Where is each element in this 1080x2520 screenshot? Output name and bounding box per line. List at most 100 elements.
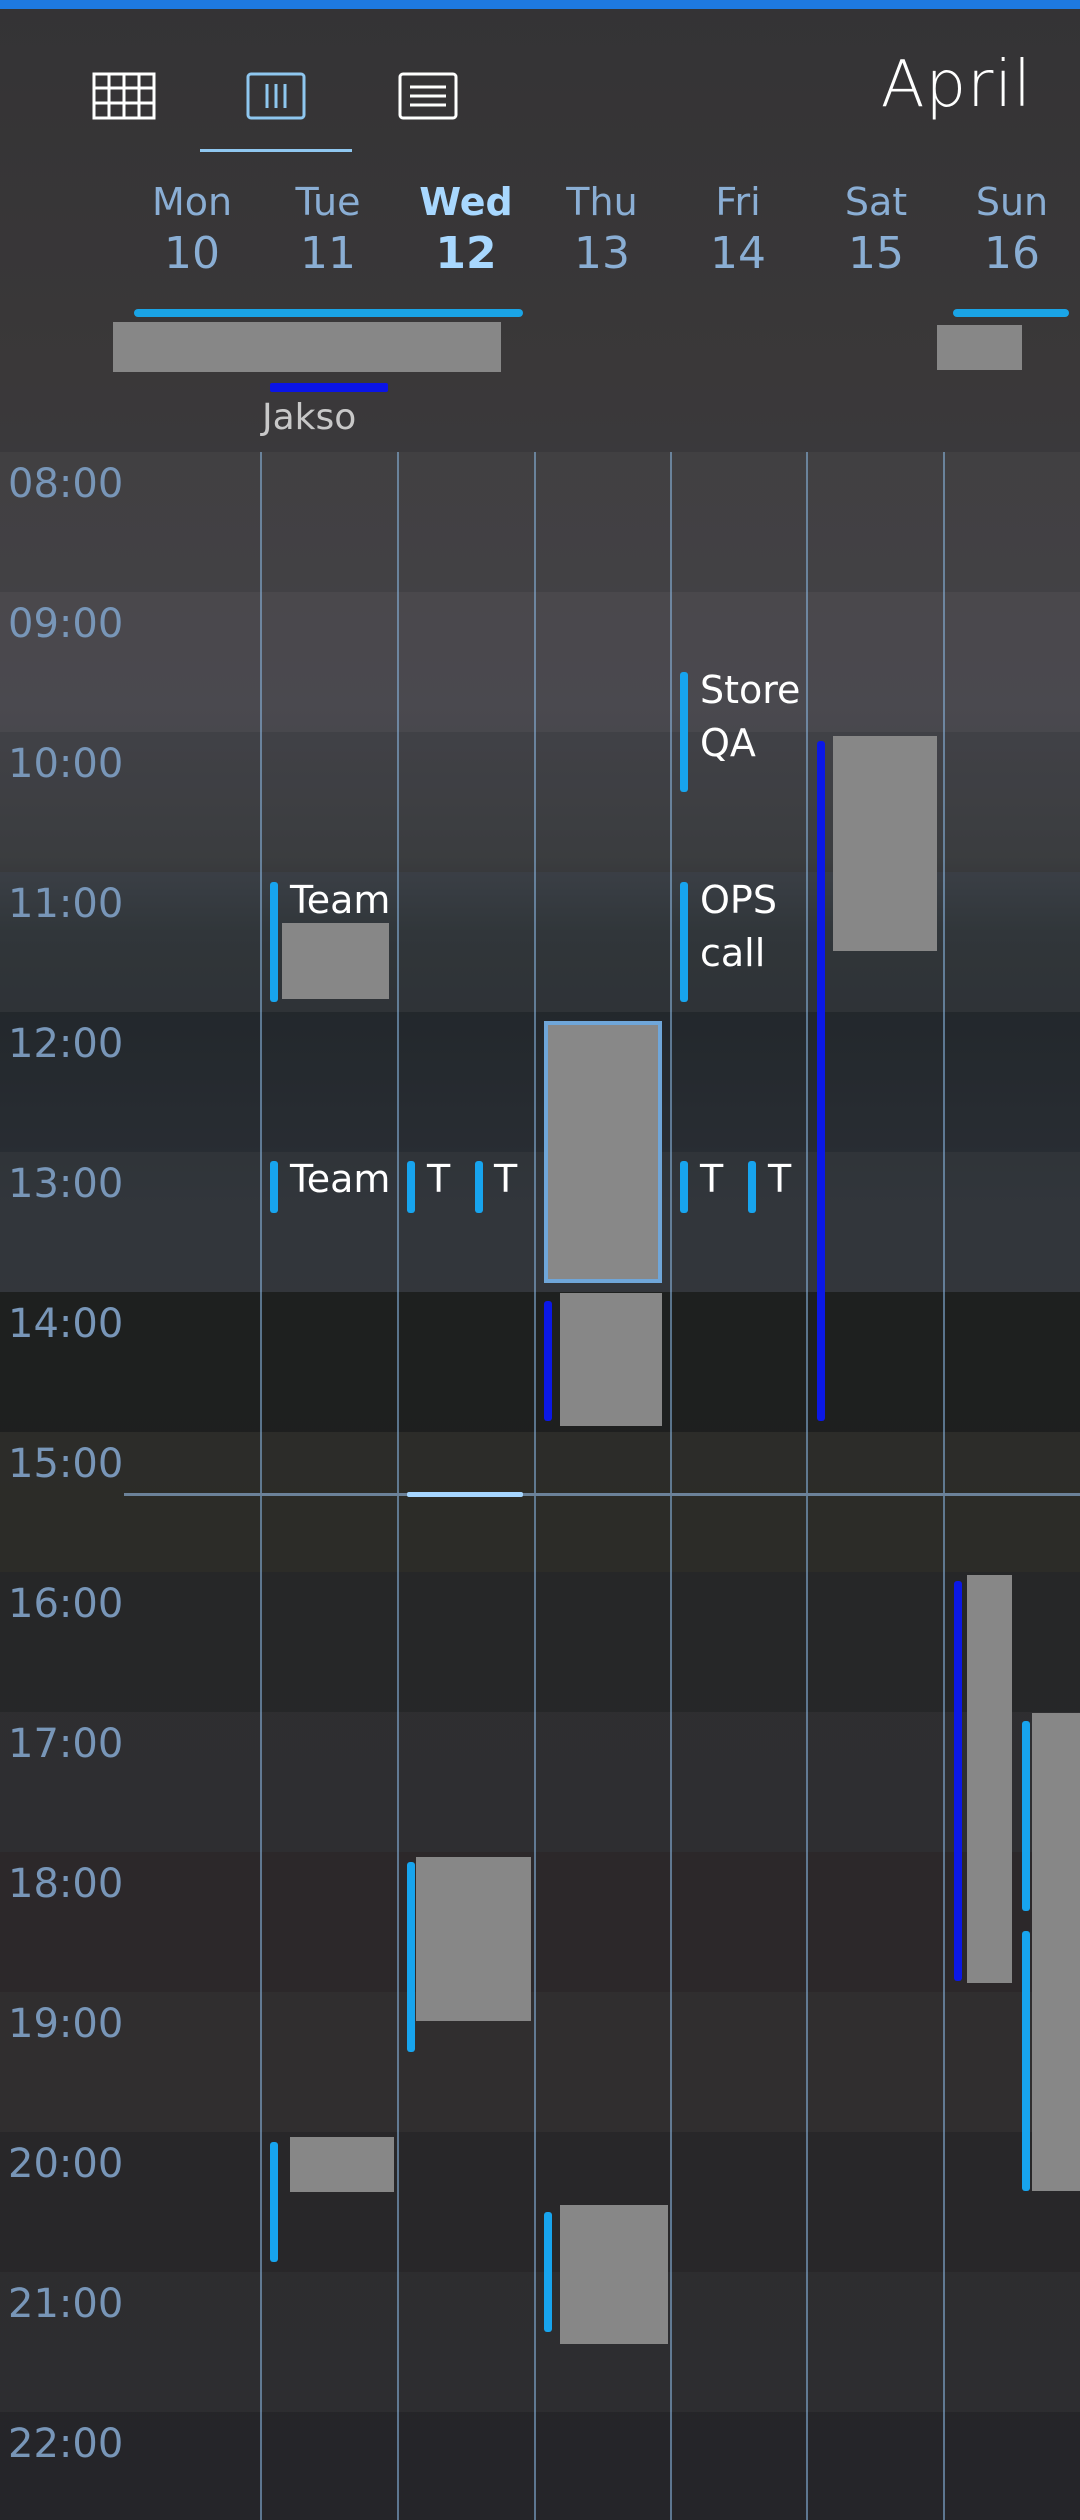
event-block[interactable] bbox=[282, 923, 389, 999]
period-indicator bbox=[270, 383, 388, 392]
top-accent-bar bbox=[0, 0, 1080, 9]
hour-row[interactable] bbox=[0, 2132, 1080, 2272]
event-title[interactable]: Team bbox=[290, 1153, 390, 1206]
hour-row[interactable] bbox=[0, 1992, 1080, 2132]
hour-row[interactable] bbox=[0, 592, 1080, 732]
event-color-bar bbox=[680, 882, 688, 1002]
event-title[interactable]: T bbox=[700, 1153, 723, 1206]
hour-label: 11:00 bbox=[8, 881, 124, 927]
event-block[interactable] bbox=[833, 736, 937, 951]
day-header-sun[interactable]: Sun 16 bbox=[944, 178, 1080, 282]
hour-label: 21:00 bbox=[8, 2281, 124, 2327]
hour-row[interactable] bbox=[0, 2412, 1080, 2520]
day-number: 13 bbox=[574, 228, 630, 279]
hour-label: 12:00 bbox=[8, 1021, 124, 1067]
day-number: 12 bbox=[435, 228, 497, 279]
day-number: 10 bbox=[164, 228, 220, 279]
hour-label: 15:00 bbox=[8, 1441, 124, 1487]
current-time-marker bbox=[407, 1492, 523, 1497]
event-title[interactable]: Team bbox=[290, 874, 390, 927]
event-color-bar bbox=[270, 882, 278, 1002]
event-block[interactable] bbox=[290, 2137, 394, 2192]
event-color-bar bbox=[544, 2212, 552, 2332]
allday-event[interactable] bbox=[937, 325, 1022, 370]
hour-label: 20:00 bbox=[8, 2141, 124, 2187]
hour-label: 09:00 bbox=[8, 601, 124, 647]
day-name: Wed bbox=[419, 180, 513, 224]
allday-event-indicator bbox=[134, 309, 523, 317]
event-color-bar bbox=[817, 741, 825, 1421]
day-header-sat[interactable]: Sat 15 bbox=[808, 178, 944, 282]
month-title[interactable]: April bbox=[881, 48, 1032, 122]
hour-row[interactable] bbox=[0, 1012, 1080, 1152]
month-view-button[interactable] bbox=[88, 64, 160, 128]
day-divider bbox=[397, 452, 399, 2520]
hour-label: 17:00 bbox=[8, 1721, 124, 1767]
day-header-mon[interactable]: Mon 10 bbox=[124, 178, 260, 282]
day-name: Thu bbox=[566, 180, 638, 224]
event-block[interactable] bbox=[1032, 1713, 1080, 2191]
day-name: Sun bbox=[975, 180, 1049, 224]
day-divider bbox=[943, 452, 945, 2520]
hour-row[interactable] bbox=[0, 452, 1080, 592]
calendar-app: April Mon 10 Tue 11 Wed 12 Thu 13 Fri 14… bbox=[0, 0, 1080, 2520]
day-name: Tue bbox=[295, 180, 361, 224]
hour-row[interactable] bbox=[0, 1292, 1080, 1432]
day-header-thu[interactable]: Thu 13 bbox=[534, 178, 670, 282]
day-name: Fri bbox=[715, 180, 761, 224]
event-color-bar bbox=[407, 1161, 415, 1213]
day-divider bbox=[260, 452, 262, 2520]
event-title[interactable]: T bbox=[768, 1153, 791, 1206]
allday-event[interactable] bbox=[113, 322, 501, 372]
event-title[interactable]: Store QA bbox=[700, 664, 800, 770]
hour-row[interactable] bbox=[0, 1572, 1080, 1712]
event-block[interactable] bbox=[967, 1575, 1012, 1983]
event-color-bar bbox=[1022, 1721, 1030, 1911]
event-title[interactable]: T bbox=[427, 1153, 450, 1206]
event-title[interactable]: T bbox=[494, 1153, 517, 1206]
event-block[interactable] bbox=[416, 1857, 531, 2021]
hour-row[interactable] bbox=[0, 1712, 1080, 1852]
current-time-line bbox=[124, 1493, 1080, 1496]
day-header-wed[interactable]: Wed 12 bbox=[398, 178, 534, 282]
day-divider bbox=[806, 452, 808, 2520]
event-color-bar bbox=[748, 1161, 756, 1213]
event-color-bar bbox=[1022, 1931, 1030, 2191]
agenda-view-button[interactable] bbox=[392, 64, 464, 128]
day-name: Mon bbox=[151, 180, 233, 224]
hour-label: 22:00 bbox=[8, 2421, 124, 2467]
event-color-bar bbox=[544, 1301, 552, 1421]
hour-label: 14:00 bbox=[8, 1301, 124, 1347]
allday-event-indicator bbox=[953, 309, 1069, 317]
period-label[interactable]: Jakso bbox=[262, 397, 356, 438]
day-number: 11 bbox=[300, 228, 356, 279]
hour-row[interactable] bbox=[0, 1432, 1080, 1572]
hour-row[interactable] bbox=[0, 1152, 1080, 1292]
event-color-bar bbox=[475, 1161, 483, 1213]
selected-event-block[interactable] bbox=[544, 1021, 662, 1283]
hour-row[interactable] bbox=[0, 1852, 1080, 1992]
day-number: 15 bbox=[848, 228, 904, 279]
hour-label: 08:00 bbox=[8, 461, 124, 507]
event-color-bar bbox=[954, 1581, 962, 1981]
hour-label: 13:00 bbox=[8, 1161, 124, 1207]
event-block[interactable] bbox=[560, 2205, 668, 2344]
day-name: Sat bbox=[844, 180, 908, 224]
hour-row[interactable] bbox=[0, 2272, 1080, 2412]
day-header-tue[interactable]: Tue 11 bbox=[260, 178, 396, 282]
week-view-button[interactable] bbox=[240, 64, 312, 128]
event-color-bar bbox=[680, 672, 688, 792]
event-color-bar bbox=[270, 1161, 278, 1213]
day-divider bbox=[534, 452, 536, 2520]
hour-label: 10:00 bbox=[8, 741, 124, 787]
day-header-fri[interactable]: Fri 14 bbox=[670, 178, 806, 282]
event-title[interactable]: OPS call bbox=[700, 874, 800, 980]
hour-label: 18:00 bbox=[8, 1861, 124, 1907]
event-block[interactable] bbox=[560, 1293, 662, 1426]
hour-label: 16:00 bbox=[8, 1581, 124, 1627]
day-divider bbox=[670, 452, 672, 2520]
event-color-bar bbox=[680, 1161, 688, 1213]
event-color-bar bbox=[407, 1862, 415, 2052]
day-number: 14 bbox=[710, 228, 766, 279]
event-color-bar bbox=[270, 2142, 278, 2262]
